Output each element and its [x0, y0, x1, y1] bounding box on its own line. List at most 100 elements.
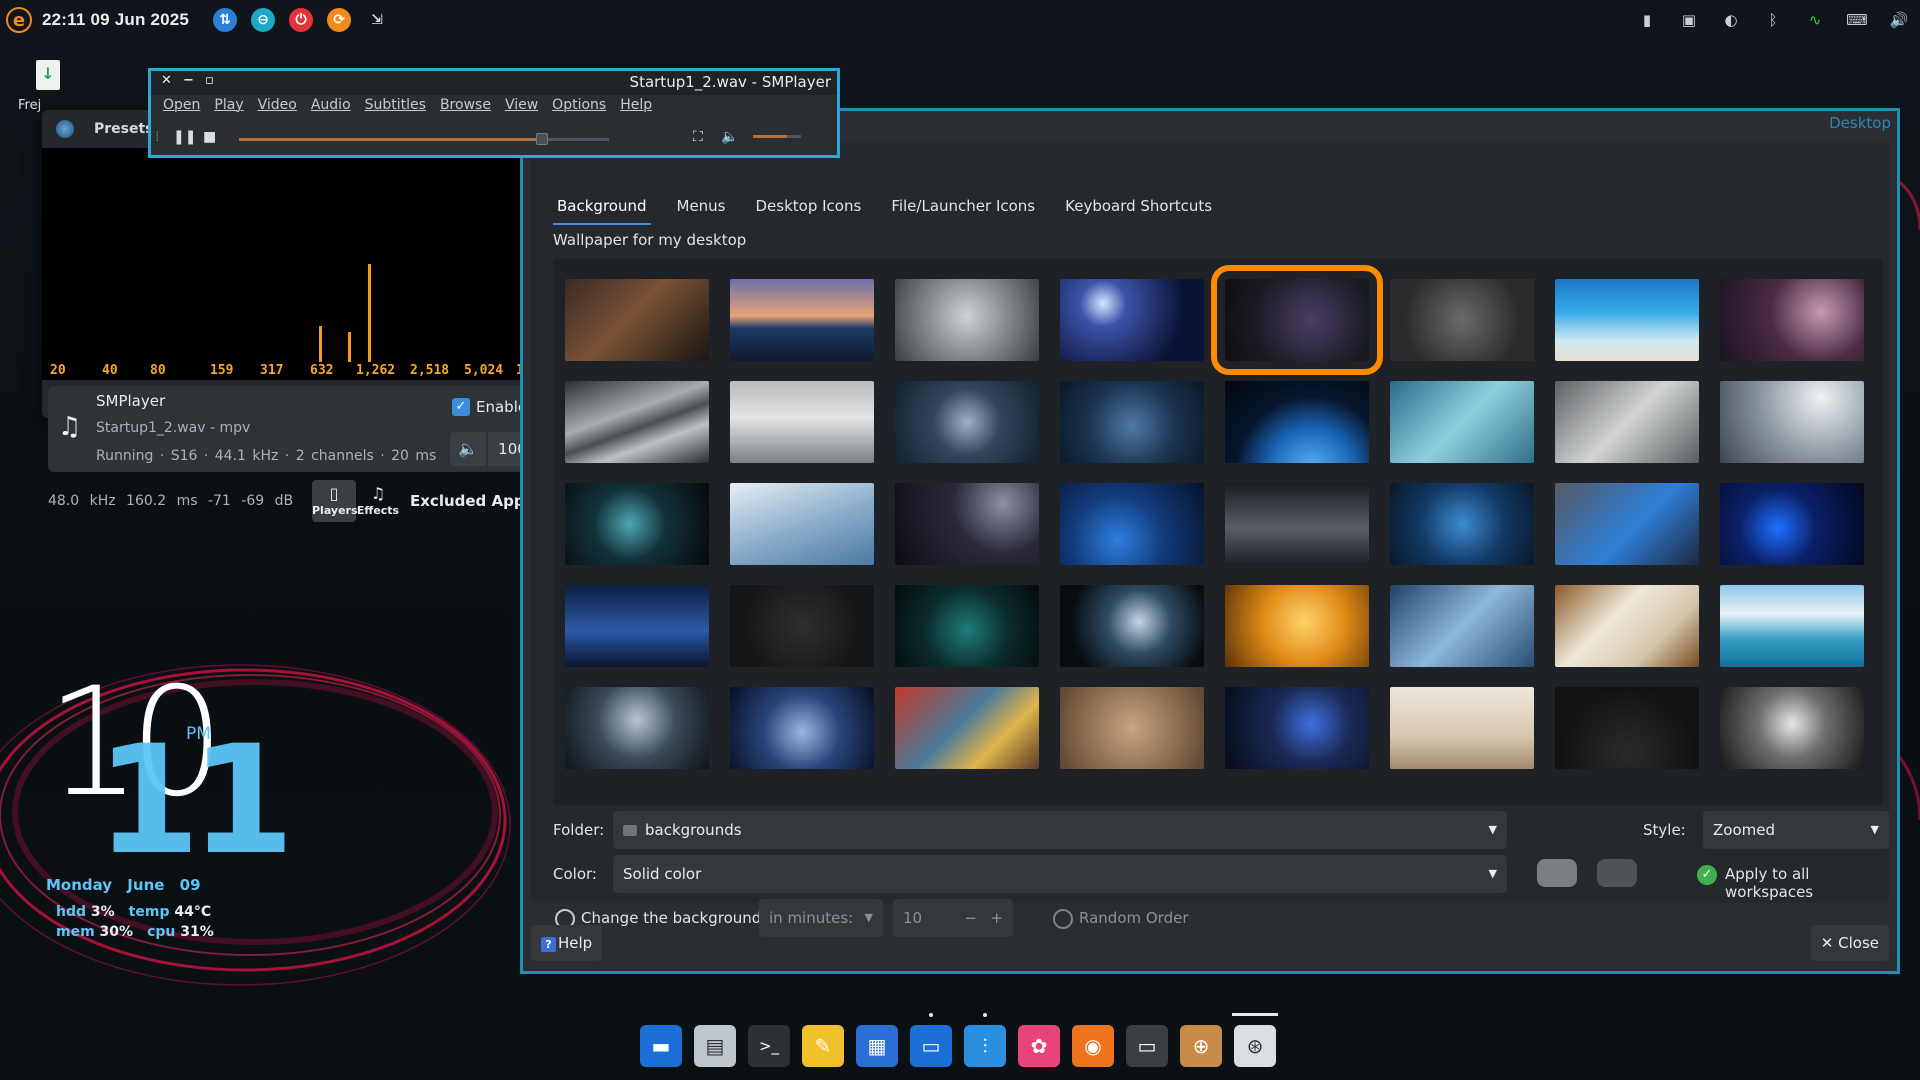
menu-subtitles[interactable]: Subtitles [365, 97, 426, 113]
network-activity-icon[interactable]: ∿ [1804, 9, 1826, 31]
wallpaper-thumb-island-castle[interactable] [1720, 585, 1864, 667]
menu-view[interactable]: View [505, 97, 538, 113]
wallpaper-thumb-piano-stage[interactable] [565, 687, 709, 769]
wallpaper-thumb-glass-sphere-space[interactable] [1060, 279, 1204, 361]
effects-tab[interactable]: ♫ Effects [356, 480, 400, 522]
keyboard-icon[interactable]: ⌨ [1846, 9, 1868, 31]
wallpaper-thumb-blue-paper-boat[interactable] [730, 483, 874, 565]
wallpaper-thumb-black-cat[interactable] [1555, 687, 1699, 769]
wallpaper-thumb-blue-flower-vase[interactable] [1390, 381, 1534, 463]
panel-clock[interactable]: 22:11 09 Jun 2025 [42, 10, 189, 30]
file-manager-icon[interactable]: ▤ [694, 1025, 736, 1067]
audio-mixer-icon[interactable]: ⫶ [964, 1013, 1006, 1067]
tab-menus[interactable]: Menus [673, 189, 730, 225]
wallpaper-thumb-bokeh-bubbles[interactable] [1720, 279, 1864, 361]
wallpaper-thumb-neon-blue-ring[interactable] [1720, 483, 1864, 565]
menu-options[interactable]: Options [552, 97, 606, 113]
minus-icon[interactable]: − [964, 899, 977, 937]
app-center-icon[interactable]: ✿ [1018, 1025, 1060, 1067]
wallpaper-thumb-floating-city[interactable] [1060, 381, 1204, 463]
wallpaper-thumb-parrots[interactable] [895, 687, 1039, 769]
media-player-icon[interactable]: ⊛ [1232, 1013, 1278, 1067]
minimize-icon[interactable]: − [183, 73, 194, 88]
seek-slider[interactable] [239, 133, 609, 145]
wallpaper-thumb-blue-flower-stone[interactable] [1225, 687, 1369, 769]
terminal-icon[interactable]: >_ [748, 1025, 790, 1067]
tab-background[interactable]: Background [553, 189, 651, 225]
night-light-icon[interactable]: ◐ [1720, 9, 1742, 31]
logout-icon[interactable]: ⇲ [365, 8, 389, 32]
desktop-settings-icon[interactable]: ▭ [910, 1013, 952, 1067]
wallpaper-thumb-grey-flower-vase[interactable] [1555, 381, 1699, 463]
wallpaper-thumb-butterfly-sand[interactable] [1060, 687, 1204, 769]
refresh-icon[interactable]: ⟳ [327, 8, 352, 32]
color-combo[interactable]: Solid color ▼ [613, 855, 1507, 893]
enable-checkbox[interactable]: ✓ Enable [452, 398, 527, 416]
wallpaper-thumb-extrox-logo[interactable] [1211, 265, 1383, 375]
wallpaper-thumb-coffee-cup[interactable] [565, 279, 709, 361]
wallpaper-thumb-misty-light[interactable] [1720, 381, 1864, 463]
installer-icon[interactable]: ⊕ [1180, 1025, 1222, 1067]
wallpaper-thumb-lamp-post-night[interactable] [895, 483, 1039, 565]
wallpaper-thumb-pencil-sketch[interactable] [1555, 585, 1699, 667]
wallpaper-thumb-reflective-logo[interactable] [1225, 483, 1369, 565]
maximize-icon[interactable]: ▫ [205, 73, 214, 88]
monitor-icon[interactable]: ▭ [1126, 1025, 1168, 1067]
wallpaper-thumb-teal-triangle-ring[interactable] [895, 585, 1039, 667]
wallpaper-thumb-blue-dots-wave[interactable] [1060, 483, 1204, 565]
tab-keyboard-shortcuts[interactable]: Keyboard Shortcuts [1061, 189, 1216, 225]
bluetooth-icon[interactable]: ᛒ [1762, 9, 1784, 31]
power-icon[interactable]: ⏻ [289, 8, 314, 32]
volume-slider[interactable] [753, 135, 801, 138]
menu-audio[interactable]: Audio [311, 97, 351, 113]
close-button[interactable]: ✕ Close [1810, 925, 1889, 961]
wallpaper-thumb-earth-comet[interactable] [1225, 381, 1369, 463]
menu-open[interactable]: Open [163, 97, 200, 113]
text-editor-icon[interactable]: ✎ [802, 1025, 844, 1067]
wallpaper-thumb-white-corridor[interactable] [895, 279, 1039, 361]
wallpaper-thumb-blue-unicorn[interactable] [730, 687, 874, 769]
wallpaper-thumb-blue-water-surface[interactable] [565, 585, 709, 667]
app-menu-icon[interactable]: e [6, 7, 32, 33]
wallpaper-thumb-glass-ring-city[interactable] [1390, 585, 1534, 667]
stop-icon[interactable]: ■ [203, 129, 216, 145]
menu-browse[interactable]: Browse [440, 97, 491, 113]
help-button[interactable]: ? Help [531, 925, 603, 961]
wallpaper-thumb-winding-road[interactable] [1060, 585, 1204, 667]
wallpaper-thumb-glowing-pendant[interactable] [565, 483, 709, 565]
menu-video[interactable]: Video [258, 97, 297, 113]
calculator-icon[interactable]: ▦ [856, 1025, 898, 1067]
speaker-mute-button[interactable]: 🔈 [450, 432, 486, 466]
presets-button[interactable]: Presets [94, 121, 154, 137]
wallpaper-thumb-dark-texture[interactable] [730, 585, 874, 667]
interval-unit-combo[interactable]: in minutes: ▼ [759, 899, 883, 937]
players-tab[interactable]: ▯ Players [312, 480, 358, 522]
interval-spin[interactable]: 10 − + [893, 899, 1013, 937]
tab-desktop-icons[interactable]: Desktop Icons [752, 189, 866, 225]
color-swatch-secondary[interactable] [1597, 859, 1637, 887]
wallpaper-thumb-dark-logo-concrete[interactable] [1390, 279, 1534, 361]
menu-play[interactable]: Play [214, 97, 243, 113]
folder-combo[interactable]: backgrounds ▼ [613, 811, 1507, 849]
wallpaper-thumb-orange-leaf-drop[interactable] [1225, 585, 1369, 667]
wallpaper-thumb-blue-triangle-circle[interactable] [1390, 483, 1534, 565]
volume-icon[interactable]: 🔊 [1888, 9, 1910, 31]
wallpaper-thumb-crystal-ball-blue[interactable] [895, 381, 1039, 463]
plus-icon[interactable]: + [990, 899, 1003, 937]
transfer-icon[interactable]: ⇅ [213, 8, 238, 32]
desktop-file[interactable]: ↓ Frej [18, 60, 78, 113]
wallpaper-thumb-silver-ribbon[interactable] [565, 381, 709, 463]
wallpaper-thumb-white-gate[interactable] [730, 381, 874, 463]
volume-icon[interactable]: 🔈 [721, 129, 738, 145]
wallpaper-thumb-coastal-town-dusk[interactable] [730, 279, 874, 361]
tab-file-launcher-icons[interactable]: File/Launcher Icons [887, 189, 1039, 225]
close-icon[interactable]: ✕ [161, 73, 172, 88]
wallpaper-thumb-white-feather[interactable] [1720, 687, 1864, 769]
menu-help[interactable]: Help [620, 97, 652, 113]
pause-icon[interactable]: ❚❚ [173, 129, 196, 145]
style-combo[interactable]: Zoomed ▼ [1703, 811, 1889, 849]
battery-icon[interactable]: ▮ [1636, 9, 1658, 31]
firefox-icon[interactable]: ◉ [1072, 1025, 1114, 1067]
wallpaper-thumb-ocean-wave[interactable] [1555, 279, 1699, 361]
fullscreen-icon[interactable]: ⛶ [693, 129, 703, 145]
